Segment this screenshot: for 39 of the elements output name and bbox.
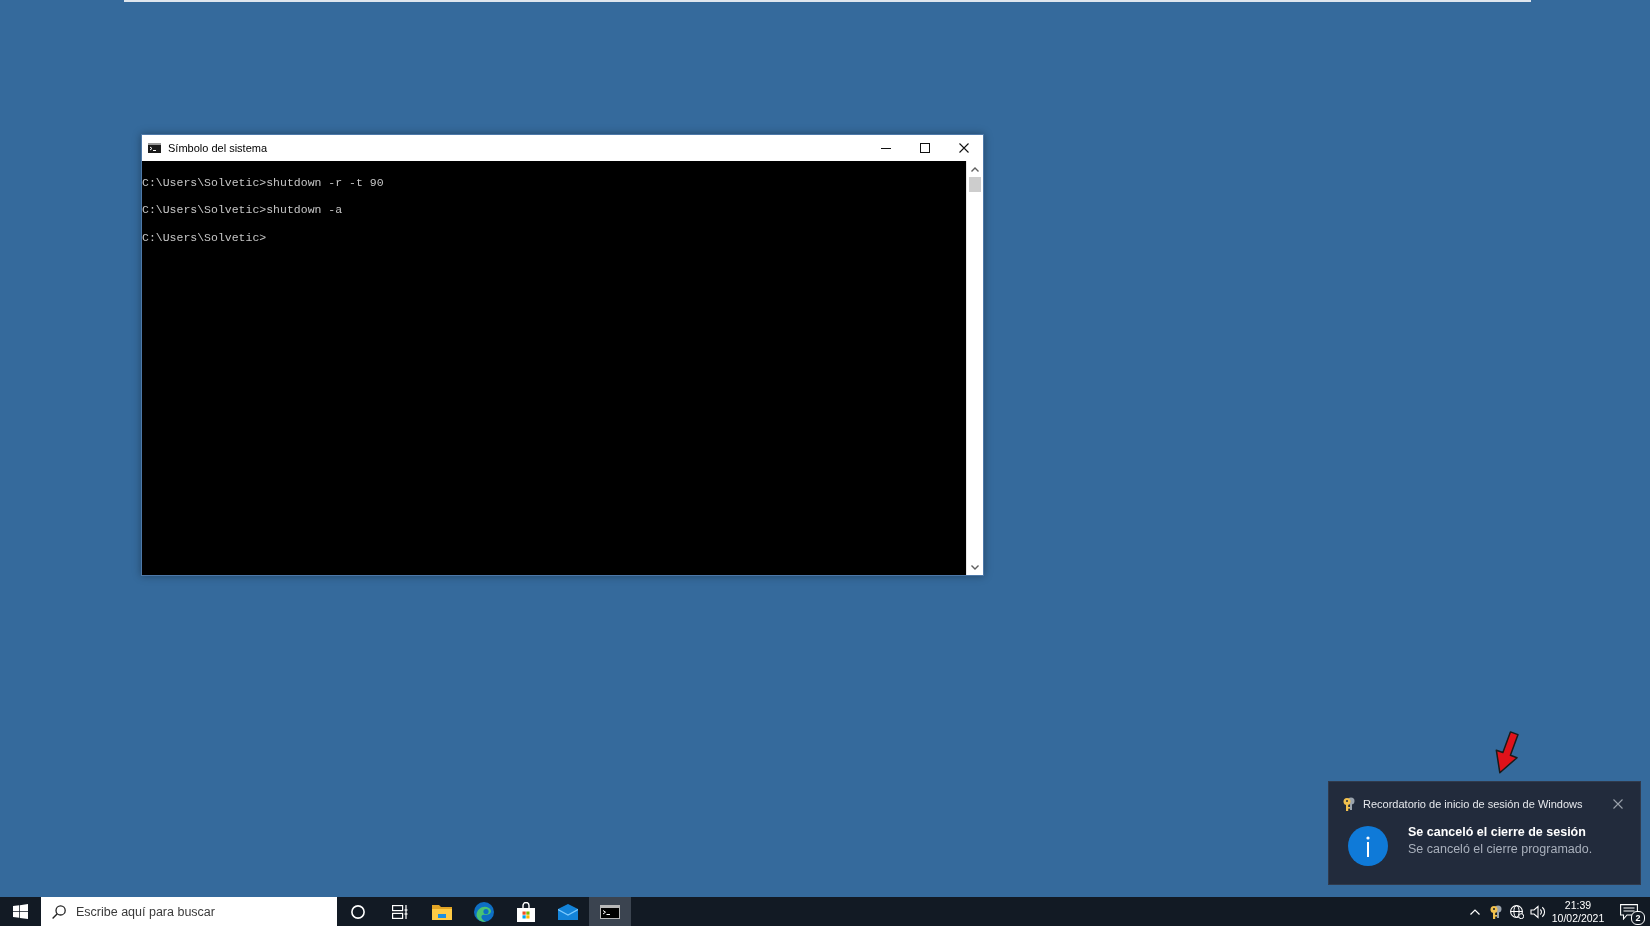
scrollbar-thumb[interactable] <box>969 177 981 192</box>
envelope-icon <box>558 903 578 920</box>
window-title: Símbolo del sistema <box>168 142 268 154</box>
taskbar-app-button[interactable] <box>589 897 631 926</box>
keys-icon <box>1343 797 1355 811</box>
message-icon <box>1620 903 1638 920</box>
minimize-icon <box>880 147 891 149</box>
notification-source: Recordatorio de inicio de sesión de Windows <box>1363 798 1583 810</box>
task-view-icon <box>392 904 408 919</box>
search-field[interactable]: Escribe aquí para buscar <box>41 897 337 926</box>
chevron-up-icon <box>1469 908 1480 915</box>
browser-icon <box>474 901 494 922</box>
notification-title: Se canceló el cierre de sesión <box>1408 824 1586 841</box>
scroll-down-icon[interactable] <box>971 564 979 570</box>
close-icon <box>1613 799 1623 809</box>
info-icon <box>1348 826 1388 866</box>
circle-icon <box>351 904 365 919</box>
notification-count-badge: 2 <box>1631 911 1645 925</box>
terminal-icon <box>148 143 161 153</box>
clock-time: 21:39 <box>1564 898 1592 912</box>
notification-toast[interactable]: Recordatorio de inicio de sesión de Windows Se canceló el cierre de sesión Se canceló el cierre programado. <box>1328 781 1641 885</box>
scroll-up-icon[interactable] <box>971 166 979 172</box>
console-line: C:\Users\Solvetic>shutdown -a <box>142 203 343 218</box>
scrollbar[interactable] <box>966 161 983 575</box>
maximize-icon <box>919 143 930 153</box>
notification-message: Se canceló el cierre programado. <box>1408 841 1593 857</box>
search-icon <box>52 904 66 919</box>
close-icon <box>958 143 969 153</box>
shopping-bag-icon <box>517 901 535 922</box>
terminal-icon <box>600 904 620 919</box>
keys-icon <box>1489 904 1502 919</box>
speaker-icon <box>1529 904 1546 919</box>
action-center-button[interactable]: 2 <box>1608 897 1650 926</box>
clock-date: 10/02/2021 <box>1551 911 1605 925</box>
console-line: C:\Users\Solvetic> <box>142 230 267 245</box>
globe-icon <box>1509 904 1524 919</box>
folder-icon <box>432 903 452 920</box>
windows-logo-icon <box>13 904 28 919</box>
console-line: C:\Users\Solvetic>shutdown -r -t 90 <box>142 176 384 190</box>
